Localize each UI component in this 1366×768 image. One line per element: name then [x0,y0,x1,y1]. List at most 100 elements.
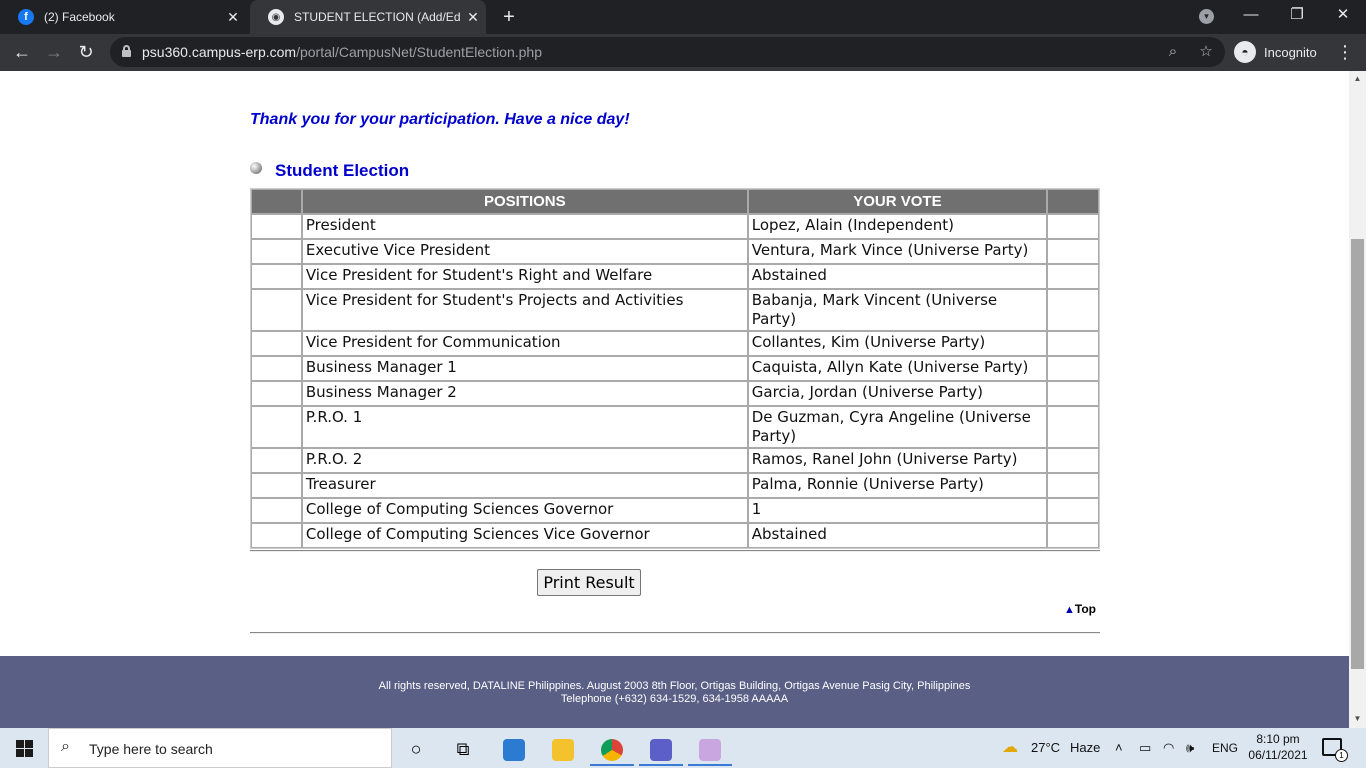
incognito-icon: ◓ [1234,41,1256,63]
vote-cell: Babanja, Mark Vincent (Universe Party) [747,289,1048,331]
table-row: College of Computing Sciences Governor 1 [251,498,1099,523]
row-blank-left [251,448,302,473]
votes-table: POSITIONS YOUR VOTE President Lopez, Alai… [250,188,1100,549]
address-bar[interactable]: psu360.campus-erp.com/portal/CampusNet/S… [110,37,1225,67]
position-cell: Treasurer [301,473,748,498]
weather-temp[interactable]: 27°C [1031,728,1060,768]
chevron-up-icon[interactable]: ˄ [1115,728,1123,768]
file-explorer-icon[interactable] [541,732,585,766]
task-view-icon[interactable]: ⧉ [441,732,485,766]
paint-icon[interactable] [688,732,732,766]
row-blank-right [1047,239,1099,264]
scrollbar-thumb[interactable] [1351,239,1364,669]
header-blank-left [251,189,302,214]
vote-cell: Ramos, Ranel John (Universe Party) [747,448,1048,473]
position-cell: College of Computing Sciences Governor [301,498,748,523]
tab-title: (2) Facebook [44,10,115,24]
new-tab-button[interactable]: + [498,6,520,28]
weather-desc[interactable]: Haze [1070,728,1100,768]
zoom-icon[interactable]: ⌕ [1162,41,1184,63]
volume-icon[interactable]: 🕪 [1186,728,1194,768]
weather-icon[interactable]: ☁ [1002,728,1018,768]
clock-time: 8:10 pm [1256,732,1300,746]
row-blank-left [251,498,302,523]
tab-facebook[interactable]: f (2) Facebook ✕ [0,0,246,34]
globe-icon: ◉ [268,9,284,25]
notification-count: 1 [1335,749,1348,762]
divider [250,632,1100,634]
vote-cell: Collantes, Kim (Universe Party) [747,331,1048,356]
header-your-vote: YOUR VOTE [747,189,1048,214]
top-link[interactable]: ▲Top [1064,602,1096,616]
position-cell: Vice President for Student's Right and W… [301,264,748,289]
windows-taskbar: ⌕ Type here to search ○ ⧉ ☁ 27°C Haze ˄ … [0,728,1366,768]
row-blank-right [1047,448,1099,473]
tab-title: STUDENT ELECTION (Add/Edit/D [294,10,460,24]
vote-cell: De Guzman, Cyra Angeline (Universe Party… [747,406,1048,448]
start-button[interactable] [0,728,48,768]
row-blank-right [1047,523,1099,548]
reload-button[interactable]: ↻ [74,40,98,64]
table-row: Business Manager 2 Garcia, Jordan (Univer… [251,381,1099,406]
close-tab-icon[interactable]: ✕ [220,9,246,26]
position-cell: President [301,214,748,239]
minimize-button[interactable]: — [1228,0,1274,32]
chrome-icon[interactable] [590,732,634,766]
row-blank-right [1047,498,1099,523]
incognito-profile[interactable]: ◓ Incognito [1234,38,1317,66]
browser-toolbar: ← → ↻ psu360.campus-erp.com/portal/Campu… [0,34,1366,71]
close-tab-icon[interactable]: ✕ [460,9,486,26]
position-cell: Business Manager 2 [301,381,748,406]
restore-button[interactable]: ❐ [1274,0,1320,32]
cortana-icon[interactable]: ○ [394,732,438,766]
table-row: Vice President for Student's Projects an… [251,289,1099,331]
table-row: College of Computing Sciences Vice Gover… [251,523,1099,548]
footer-address: All rights reserved, DATALINE Philippine… [378,680,971,692]
row-blank-right [1047,214,1099,239]
scroll-up-arrow-icon[interactable]: ▲ [1349,74,1366,83]
tab-search-icon[interactable]: ▾ [1199,9,1214,24]
row-blank-right [1047,331,1099,356]
table-row: Vice President for Student's Right and W… [251,264,1099,289]
row-blank-left [251,356,302,381]
vote-cell: Caquista, Allyn Kate (Universe Party) [747,356,1048,381]
row-blank-right [1047,406,1099,448]
row-blank-left [251,264,302,289]
position-cell: College of Computing Sciences Vice Gover… [301,523,748,548]
close-window-button[interactable]: ✕ [1320,0,1366,32]
page-content: Thank you for your participation. Have a… [0,71,1349,728]
position-cell: Vice President for Student's Projects an… [301,289,748,331]
table-row: Treasurer Palma, Ronnie (Universe Party) [251,473,1099,498]
taskbar-search[interactable]: ⌕ Type here to search [48,728,392,768]
forward-button[interactable]: → [42,40,66,64]
wifi-icon[interactable]: ◠ [1163,728,1174,768]
battery-icon[interactable]: ▭ [1139,728,1151,768]
browser-menu-icon[interactable]: ⋮ [1336,40,1354,64]
table-header-row: POSITIONS YOUR VOTE [251,189,1099,214]
position-cell: Executive Vice President [301,239,748,264]
vertical-scrollbar[interactable]: ▲ ▼ [1349,71,1366,728]
row-blank-left [251,289,302,331]
print-result-button[interactable]: Print Result [537,569,641,596]
position-cell: P.R.O. 2 [301,448,748,473]
scroll-down-arrow-icon[interactable]: ▼ [1349,714,1366,723]
vscode-icon[interactable] [492,732,536,766]
notification-center-icon[interactable]: 1 [1322,738,1348,762]
language-indicator[interactable]: ENG [1212,728,1238,768]
row-blank-left [251,331,302,356]
row-blank-left [251,406,302,448]
clock[interactable]: 8:10 pm 06/11/2021 [1244,731,1312,763]
header-blank-right [1047,189,1099,214]
bookmark-star-icon[interactable]: ☆ [1195,41,1217,63]
browser-tab-bar: f (2) Facebook ✕ ◉ STUDENT ELECTION (Add… [0,0,1366,34]
table-row: Vice President for Communication Collante… [251,331,1099,356]
tab-student-election[interactable]: ◉ STUDENT ELECTION (Add/Edit/D ✕ [250,0,486,34]
vote-cell: Ventura, Mark Vince (Universe Party) [747,239,1048,264]
header-positions: POSITIONS [301,189,748,214]
table-row: P.R.O. 1 De Guzman, Cyra Angeline (Univer… [251,406,1099,448]
teams-icon[interactable] [639,732,683,766]
back-button[interactable]: ← [10,40,34,64]
divider [250,550,1100,552]
lock-icon[interactable] [122,45,131,57]
profile-label: Incognito [1264,44,1317,60]
